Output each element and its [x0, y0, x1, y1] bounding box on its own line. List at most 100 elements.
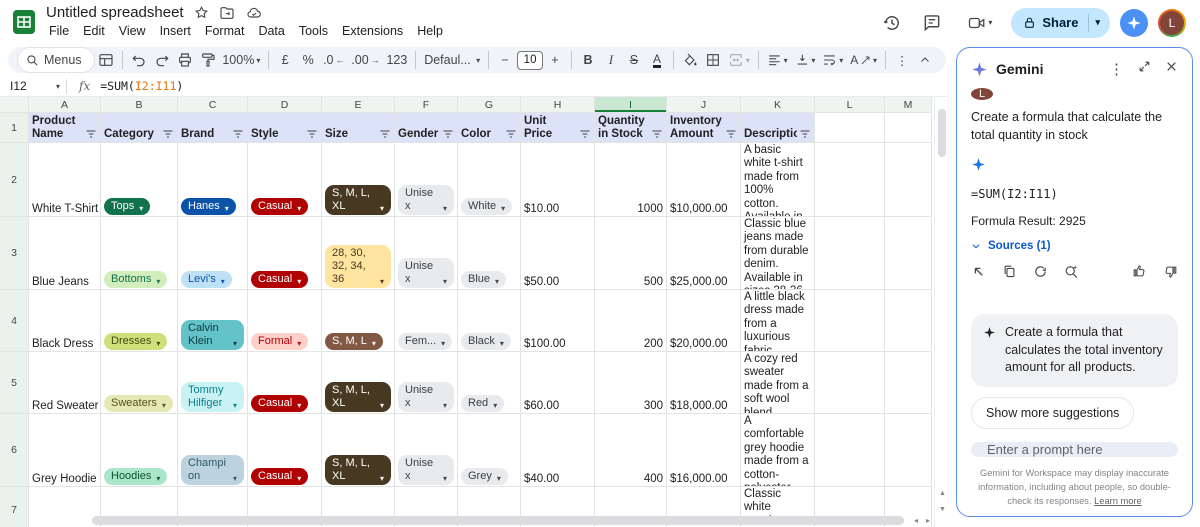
cell[interactable] [885, 414, 932, 487]
cloud-saved-icon[interactable] [245, 5, 263, 21]
camera-dropdown-caret[interactable]: ▾ [988, 18, 992, 27]
chip-dropdown-arrow[interactable]: ▾ [154, 277, 160, 286]
dropdown-chip[interactable]: Hoodies▾ [104, 468, 167, 485]
meet-camera-button[interactable]: ▾ [957, 8, 1001, 38]
header-cell[interactable]: Brand [178, 113, 248, 143]
close-icon[interactable] [1165, 60, 1178, 78]
cell[interactable]: 500 [595, 217, 667, 290]
suggestion-chip[interactable]: Create a formula that calculates the tot… [971, 314, 1178, 387]
header-cell[interactable]: Product Name [29, 113, 101, 143]
cell[interactable]: S, M, L, XL▾ [322, 143, 395, 217]
cell[interactable]: Unisex▾ [395, 414, 458, 487]
cell[interactable]: A cozy red sweater made from a soft wool… [741, 352, 815, 414]
header-cell[interactable]: Unit Price [521, 113, 595, 143]
cell[interactable]: Blue Jeans [29, 217, 101, 290]
column-header-M[interactable]: M [885, 97, 932, 113]
scroll-down-arrow[interactable]: ▼ [939, 506, 946, 513]
increase-decimals-button[interactable]: .00→ [348, 48, 382, 72]
chip-dropdown-arrow[interactable]: ▾ [491, 401, 497, 410]
sheets-logo-icon[interactable] [10, 8, 38, 36]
decrease-font-size-button[interactable]: − [494, 48, 516, 72]
format-currency-button[interactable]: £ [274, 48, 296, 72]
cell[interactable] [815, 143, 885, 217]
font-select[interactable]: Defaul...▾ [421, 48, 483, 72]
cell[interactable]: Casual▾ [248, 143, 322, 217]
move-to-folder-icon[interactable] [219, 5, 235, 21]
cell[interactable]: $60.00 [521, 352, 595, 414]
refine-search-icon[interactable] [1064, 264, 1079, 284]
cell[interactable]: White T-Shirt [29, 143, 101, 217]
dropdown-chip[interactable]: S, M, L, XL▾ [325, 455, 391, 485]
undo-button[interactable] [128, 48, 150, 72]
zoom-select[interactable]: 100%▾ [220, 48, 264, 72]
header-cell[interactable]: Category [101, 113, 178, 143]
scroll-up-arrow[interactable]: ▲ [939, 490, 946, 497]
row-header-5[interactable]: 5 [0, 352, 29, 414]
account-avatar[interactable]: L [1158, 9, 1186, 37]
copy-icon[interactable] [1002, 264, 1017, 284]
formula-input[interactable]: =SUM(I2:I11) [100, 79, 183, 93]
filter-icon[interactable] [651, 128, 663, 140]
header-cell[interactable]: Color [458, 113, 521, 143]
chip-dropdown-arrow[interactable]: ▾ [231, 474, 237, 483]
text-rotation-button[interactable]: A ▾ [847, 48, 880, 72]
cell[interactable]: Grey Hoodie [29, 414, 101, 487]
chip-dropdown-arrow[interactable]: ▾ [498, 339, 504, 348]
filter-icon[interactable] [442, 128, 454, 140]
show-more-suggestions-button[interactable]: Show more suggestions [971, 397, 1134, 429]
decrease-decimals-button[interactable]: .0← [320, 48, 347, 72]
cell[interactable]: Red Sweater [29, 352, 101, 414]
header-cell[interactable]: Description [741, 113, 815, 143]
chip-dropdown-arrow[interactable]: ▾ [295, 204, 301, 213]
row-header-4[interactable]: 4 [0, 290, 29, 352]
header-cell[interactable]: Size [322, 113, 395, 143]
cell[interactable]: Dresses▾ [101, 290, 178, 352]
chip-dropdown-arrow[interactable]: ▾ [495, 474, 501, 483]
cell[interactable]: Hoodies▾ [101, 414, 178, 487]
table-icon[interactable] [95, 48, 117, 72]
cell[interactable]: 200 [595, 290, 667, 352]
cell[interactable]: Red▾ [458, 352, 521, 414]
cell[interactable]: $50.00 [521, 217, 595, 290]
cell[interactable]: Black▾ [458, 290, 521, 352]
chip-dropdown-arrow[interactable]: ▾ [370, 339, 376, 348]
borders-button[interactable] [702, 48, 724, 72]
cell[interactable]: S, M, L, XL▾ [322, 352, 395, 414]
dropdown-chip[interactable]: S, M, L, XL▾ [325, 185, 391, 215]
chip-dropdown-arrow[interactable]: ▾ [231, 339, 237, 348]
chip-dropdown-arrow[interactable]: ▾ [295, 277, 301, 286]
cell[interactable]: Tommy Hilfiger▾ [178, 352, 248, 414]
cell[interactable]: 400 [595, 414, 667, 487]
print-button[interactable] [174, 48, 196, 72]
chip-dropdown-arrow[interactable]: ▾ [378, 474, 384, 483]
column-header-K[interactable]: K [741, 97, 815, 113]
row-header-1[interactable]: 1 [0, 113, 29, 143]
vertical-scrollbar[interactable]: ▲ ▼ [934, 97, 948, 527]
dropdown-chip[interactable]: Formal▾ [251, 333, 308, 350]
chip-dropdown-arrow[interactable]: ▾ [378, 401, 384, 410]
cell[interactable] [815, 113, 885, 143]
share-dropdown-caret[interactable]: ▾ [1088, 14, 1110, 32]
cell[interactable]: S, M, L, XL▾ [322, 414, 395, 487]
column-header-B[interactable]: B [101, 97, 178, 113]
fill-color-button[interactable] [679, 48, 701, 72]
filter-icon[interactable] [232, 128, 244, 140]
more-toolbar-options-button[interactable]: ⋮ [891, 48, 913, 72]
dropdown-chip[interactable]: Hanes▾ [181, 198, 236, 215]
vertical-align-button[interactable]: ▾ [792, 48, 819, 72]
row-header-7[interactable]: 7 [0, 487, 29, 527]
chip-dropdown-arrow[interactable]: ▾ [295, 474, 301, 483]
spreadsheet-grid[interactable]: ABCDEFGHIJKLM 1Product NameCategoryBrand… [0, 97, 948, 527]
column-header-C[interactable]: C [178, 97, 248, 113]
cell[interactable]: $25,000.00 [667, 217, 741, 290]
thumbs-down-icon[interactable] [1163, 264, 1178, 284]
chip-dropdown-arrow[interactable]: ▾ [137, 204, 143, 213]
dropdown-chip[interactable]: 28, 30, 32, 34, 36▾ [325, 245, 391, 288]
menu-view[interactable]: View [112, 22, 153, 40]
cell[interactable] [885, 143, 932, 217]
cell[interactable] [885, 113, 932, 143]
column-header-F[interactable]: F [395, 97, 458, 113]
chip-dropdown-arrow[interactable]: ▾ [219, 277, 225, 286]
document-title[interactable]: Untitled spreadsheet [46, 4, 184, 21]
menu-help[interactable]: Help [410, 22, 450, 40]
